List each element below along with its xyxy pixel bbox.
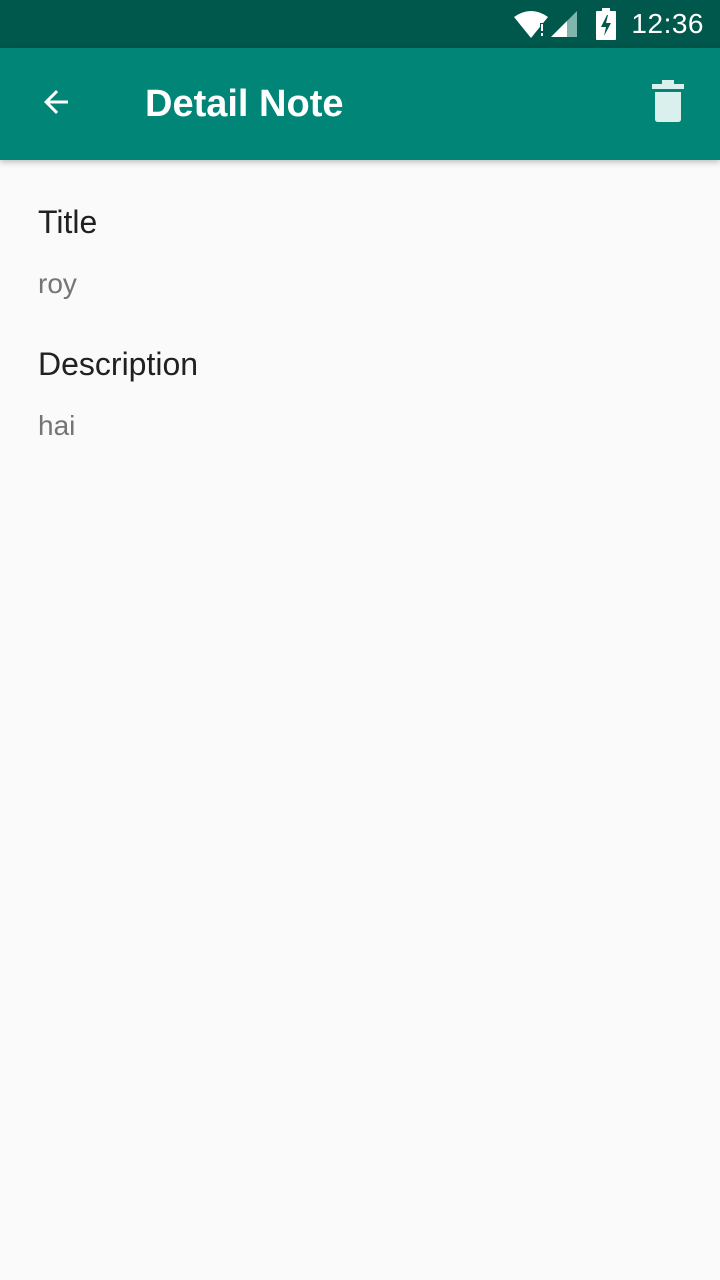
status-time: 12:36 [631, 8, 704, 39]
arrow-back-icon [38, 84, 74, 125]
status-icons: 12:36 [513, 0, 704, 48]
title-value: roy [38, 268, 77, 299]
delete-button[interactable] [636, 72, 700, 136]
wifi-icon [513, 9, 549, 39]
app-bar: Detail Note [0, 48, 720, 160]
back-button[interactable] [24, 72, 88, 136]
description-value: hai [38, 410, 76, 441]
description-label: Description [38, 346, 199, 382]
trash-icon [648, 79, 688, 129]
page-title: Detail Note [145, 83, 344, 125]
signal-icon [549, 9, 581, 39]
status-bar: 12:36 [0, 0, 720, 48]
battery-charging-icon [595, 8, 617, 40]
title-label: Title [38, 204, 98, 240]
